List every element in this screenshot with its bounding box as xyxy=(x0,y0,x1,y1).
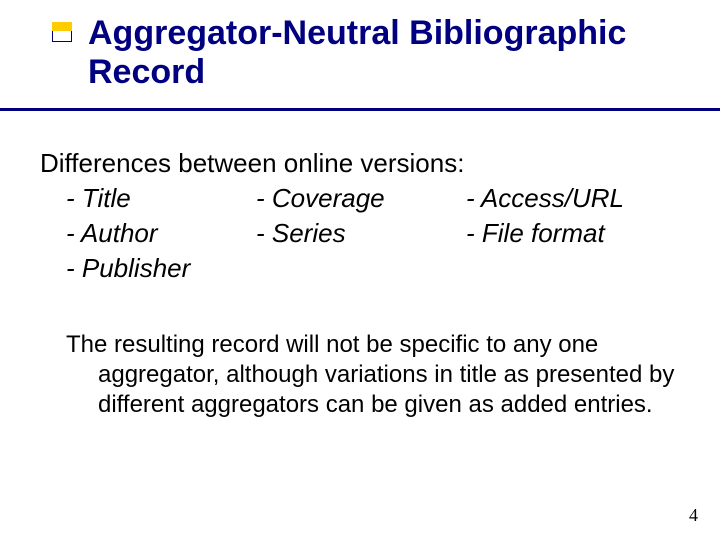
item-access-url: - Access/URL xyxy=(466,183,686,214)
title-underline xyxy=(0,108,720,111)
slide: Aggregator-Neutral Bibliographic Record … xyxy=(0,0,720,540)
item-author: - Author xyxy=(66,218,256,249)
item-title: - Title xyxy=(66,183,256,214)
slide-title: Aggregator-Neutral Bibliographic Record xyxy=(88,14,688,92)
item-publisher: - Publisher xyxy=(66,253,256,284)
item-empty-2 xyxy=(466,253,686,284)
items-grid: - Title - Coverage - Access/URL - Author… xyxy=(66,183,680,284)
item-series: - Series xyxy=(256,218,466,249)
page-number: 4 xyxy=(689,505,698,526)
result-paragraph-text: The resulting record will not be specifi… xyxy=(40,330,680,420)
body-block: Differences between online versions: - T… xyxy=(40,148,680,284)
result-paragraph: The resulting record will not be specifi… xyxy=(40,330,680,420)
intro-text: Differences between online versions: xyxy=(40,148,680,179)
title-bullet-icon xyxy=(52,22,72,42)
item-empty-1 xyxy=(256,253,466,284)
title-block: Aggregator-Neutral Bibliographic Record xyxy=(88,14,688,92)
item-file-format: - File format xyxy=(466,218,686,249)
item-coverage: - Coverage xyxy=(256,183,466,214)
